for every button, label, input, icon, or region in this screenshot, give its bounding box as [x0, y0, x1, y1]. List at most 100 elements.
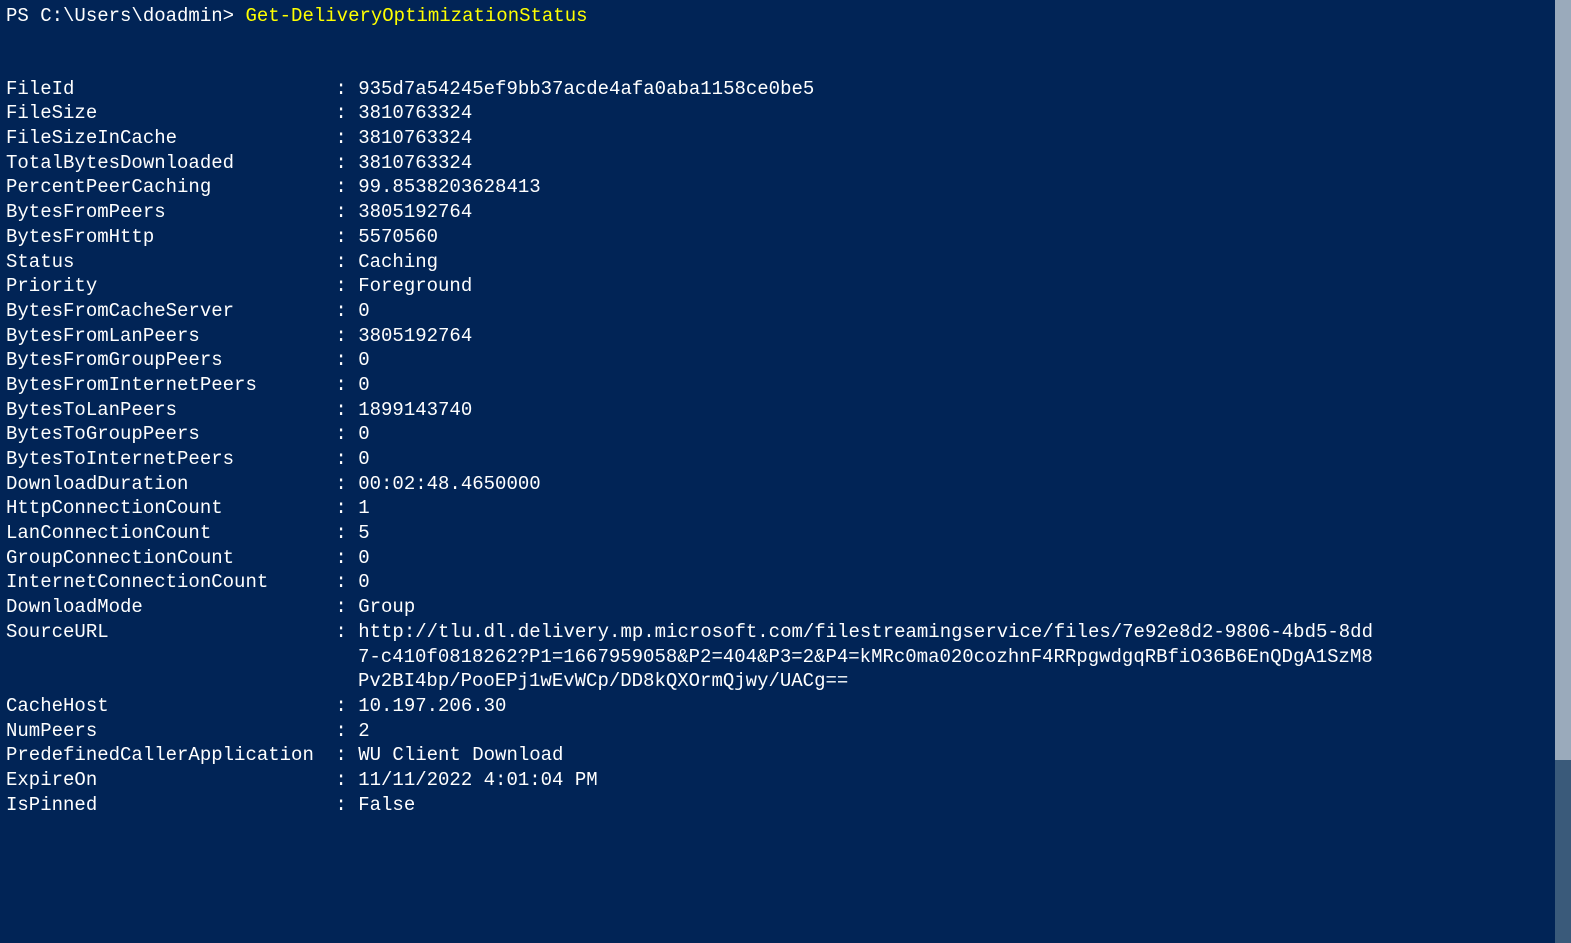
property-name: LanConnectionCount: [6, 521, 324, 546]
property-separator: :: [324, 299, 358, 324]
property-separator: :: [324, 200, 358, 225]
output-property-row: BytesToLanPeers : 1899143740: [6, 398, 1565, 423]
property-name: Status: [6, 250, 324, 275]
property-name: BytesFromHttp: [6, 225, 324, 250]
output-property-row: InternetConnectionCount : 0: [6, 570, 1565, 595]
property-name: IsPinned: [6, 793, 324, 818]
property-value: 00:02:48.4650000: [358, 472, 540, 497]
property-value: Caching: [358, 250, 438, 275]
property-value: 0: [358, 299, 369, 324]
property-name: BytesFromCacheServer: [6, 299, 324, 324]
property-value: 0: [358, 348, 369, 373]
property-value: 10.197.206.30: [358, 694, 506, 719]
output-property-row: TotalBytesDownloaded : 3810763324: [6, 151, 1565, 176]
command-output: FileId : 935d7a54245ef9bb37acde4afa0aba1…: [6, 77, 1565, 818]
output-property-row: PredefinedCallerApplication : WU Client …: [6, 743, 1565, 768]
output-property-row: LanConnectionCount : 5: [6, 521, 1565, 546]
prompt-prefix: PS C:\Users\doadmin>: [6, 5, 245, 27]
command-text[interactable]: Get-DeliveryOptimizationStatus: [245, 5, 587, 27]
property-name: HttpConnectionCount: [6, 496, 324, 521]
property-value: 11/11/2022 4:01:04 PM: [358, 768, 597, 793]
property-value: WU Client Download: [358, 743, 563, 768]
property-name: BytesFromGroupPeers: [6, 348, 324, 373]
property-name: DownloadMode: [6, 595, 324, 620]
output-property-row: ExpireOn : 11/11/2022 4:01:04 PM: [6, 768, 1565, 793]
property-separator: :: [324, 719, 358, 744]
property-value: 3810763324: [358, 151, 472, 176]
property-value: Foreground: [358, 274, 472, 299]
property-name: PredefinedCallerApplication: [6, 743, 324, 768]
property-separator: :: [324, 151, 358, 176]
output-property-row: NumPeers : 2: [6, 719, 1565, 744]
output-property-row: FileSizeInCache : 3810763324: [6, 126, 1565, 151]
property-value-continuation: 7-c410f0818262?P1=1667959058&P2=404&P3=2…: [6, 645, 1406, 670]
property-value: 1899143740: [358, 398, 472, 423]
property-name: GroupConnectionCount: [6, 546, 324, 571]
property-value: 5: [358, 521, 369, 546]
property-separator: :: [324, 422, 358, 447]
property-separator: :: [324, 348, 358, 373]
output-property-row: Priority : Foreground: [6, 274, 1565, 299]
output-property-row: BytesFromHttp : 5570560: [6, 225, 1565, 250]
property-value: 1: [358, 496, 369, 521]
property-separator: :: [324, 77, 358, 102]
property-value: 0: [358, 422, 369, 447]
property-value: 0: [358, 447, 369, 472]
property-separator: :: [324, 250, 358, 275]
property-name: NumPeers: [6, 719, 324, 744]
output-property-row: FileId : 935d7a54245ef9bb37acde4afa0aba1…: [6, 77, 1565, 102]
property-separator: :: [324, 126, 358, 151]
property-separator: :: [324, 570, 358, 595]
property-value: 3805192764: [358, 324, 472, 349]
property-value: 935d7a54245ef9bb37acde4afa0aba1158ce0be5: [358, 77, 814, 102]
property-separator: :: [324, 620, 358, 645]
property-separator: :: [324, 225, 358, 250]
property-name: CacheHost: [6, 694, 324, 719]
property-name: FileSize: [6, 101, 324, 126]
output-property-row: BytesFromLanPeers : 3805192764: [6, 324, 1565, 349]
property-separator: :: [324, 496, 358, 521]
output-property-row: IsPinned : False: [6, 793, 1565, 818]
property-value: 3810763324: [358, 101, 472, 126]
property-separator: :: [324, 175, 358, 200]
property-name: PercentPeerCaching: [6, 175, 324, 200]
property-value: 99.8538203628413: [358, 175, 540, 200]
property-value: 3805192764: [358, 200, 472, 225]
property-separator: :: [324, 447, 358, 472]
output-property-row: BytesToGroupPeers : 0: [6, 422, 1565, 447]
property-separator: :: [324, 274, 358, 299]
property-name: FileSizeInCache: [6, 126, 324, 151]
scrollbar[interactable]: [1555, 0, 1571, 943]
property-value: 0: [358, 570, 369, 595]
property-separator: :: [324, 595, 358, 620]
output-property-row: BytesFromInternetPeers : 0: [6, 373, 1565, 398]
property-separator: :: [324, 398, 358, 423]
scrollbar-thumb[interactable]: [1555, 0, 1571, 760]
output-property-row: PercentPeerCaching : 99.8538203628413: [6, 175, 1565, 200]
property-name: Priority: [6, 274, 324, 299]
property-value: Group: [358, 595, 415, 620]
output-property-row: BytesFromPeers : 3805192764: [6, 200, 1565, 225]
prompt-line: PS C:\Users\doadmin> Get-DeliveryOptimiz…: [6, 4, 1565, 29]
output-property-row: FileSize : 3810763324: [6, 101, 1565, 126]
property-value: 5570560: [358, 225, 438, 250]
property-separator: :: [324, 373, 358, 398]
property-value-continuation: Pv2BI4bp/PooEPj1wEvWCp/DD8kQXOrmQjwy/UAC…: [6, 669, 1406, 694]
property-name: ExpireOn: [6, 768, 324, 793]
output-property-row: SourceURL : http://tlu.dl.delivery.mp.mi…: [6, 620, 1565, 645]
output-property-row: CacheHost : 10.197.206.30: [6, 694, 1565, 719]
output-property-row: BytesFromGroupPeers : 0: [6, 348, 1565, 373]
property-name: SourceURL: [6, 620, 324, 645]
property-separator: :: [324, 768, 358, 793]
property-name: InternetConnectionCount: [6, 570, 324, 595]
property-name: TotalBytesDownloaded: [6, 151, 324, 176]
property-name: FileId: [6, 77, 324, 102]
property-name: BytesFromLanPeers: [6, 324, 324, 349]
property-name: BytesToInternetPeers: [6, 447, 324, 472]
output-property-row: DownloadMode : Group: [6, 595, 1565, 620]
property-separator: :: [324, 694, 358, 719]
property-value: 0: [358, 373, 369, 398]
property-name: DownloadDuration: [6, 472, 324, 497]
property-value: http://tlu.dl.delivery.mp.microsoft.com/…: [358, 620, 1373, 645]
output-property-row: GroupConnectionCount : 0: [6, 546, 1565, 571]
